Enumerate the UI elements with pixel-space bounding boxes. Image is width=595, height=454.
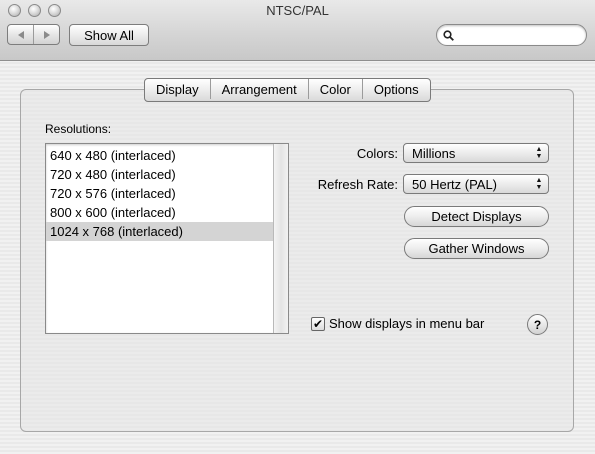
show-all-button[interactable]: Show All [69,24,149,46]
search-input[interactable] [457,27,581,43]
window-title: NTSC/PAL [266,3,329,18]
gather-windows-button[interactable]: Gather Windows [404,238,549,259]
resolutions-label: Resolutions: [45,122,112,136]
show-displays-option[interactable]: ✔ Show displays in menu bar [311,316,484,331]
colors-value: Millions [412,145,456,161]
search-field[interactable] [436,24,587,46]
resolution-item-selected[interactable]: 1024 x 768 (interlaced) [46,222,274,241]
colors-popup[interactable]: Millions ▲ ▼ [403,143,549,163]
checkmark-icon: ✔ [312,316,324,331]
tab-arrangement[interactable]: Arrangement [209,79,308,99]
search-icon [443,29,454,41]
detect-displays-button[interactable]: Detect Displays [404,206,549,227]
popup-arrows-icon: ▲ ▼ [535,146,543,160]
tab-options[interactable]: Options [361,79,430,99]
refresh-rate-popup[interactable]: 50 Hertz (PAL) ▲ ▼ [403,174,549,194]
show-displays-checkbox[interactable]: ✔ [311,316,325,331]
toolbar: NTSC/PAL Show All [0,0,595,61]
resolution-item[interactable]: 800 x 600 (interlaced) [46,203,274,222]
list-scrollbar[interactable] [273,144,288,333]
refresh-rate-label: Refresh Rate: [317,177,398,192]
help-button[interactable]: ? [527,314,548,335]
forward-arrow-icon [43,30,50,39]
resolutions-list[interactable]: 640 x 480 (interlaced) 720 x 480 (interl… [45,143,289,334]
resolution-item[interactable]: 640 x 480 (interlaced) [46,146,274,165]
back-forward-control [7,24,60,45]
popup-arrows-icon: ▲ ▼ [535,177,543,191]
resolution-item[interactable]: 720 x 480 (interlaced) [46,165,274,184]
tab-display[interactable]: Display [145,79,210,99]
back-button[interactable] [8,25,33,44]
tab-color[interactable]: Color [307,79,362,99]
colors-label: Colors: [356,146,398,161]
show-displays-label: Show displays in menu bar [329,316,485,331]
back-arrow-icon [17,30,24,39]
resolution-item[interactable]: 720 x 576 (interlaced) [46,184,274,203]
tab-bar: Display Arrangement Color Options [144,78,431,102]
forward-button[interactable] [33,25,59,44]
preferences-window: NTSC/PAL Show All Display Arrangement Co… [0,0,595,454]
refresh-rate-value: 50 Hertz (PAL) [412,176,498,192]
